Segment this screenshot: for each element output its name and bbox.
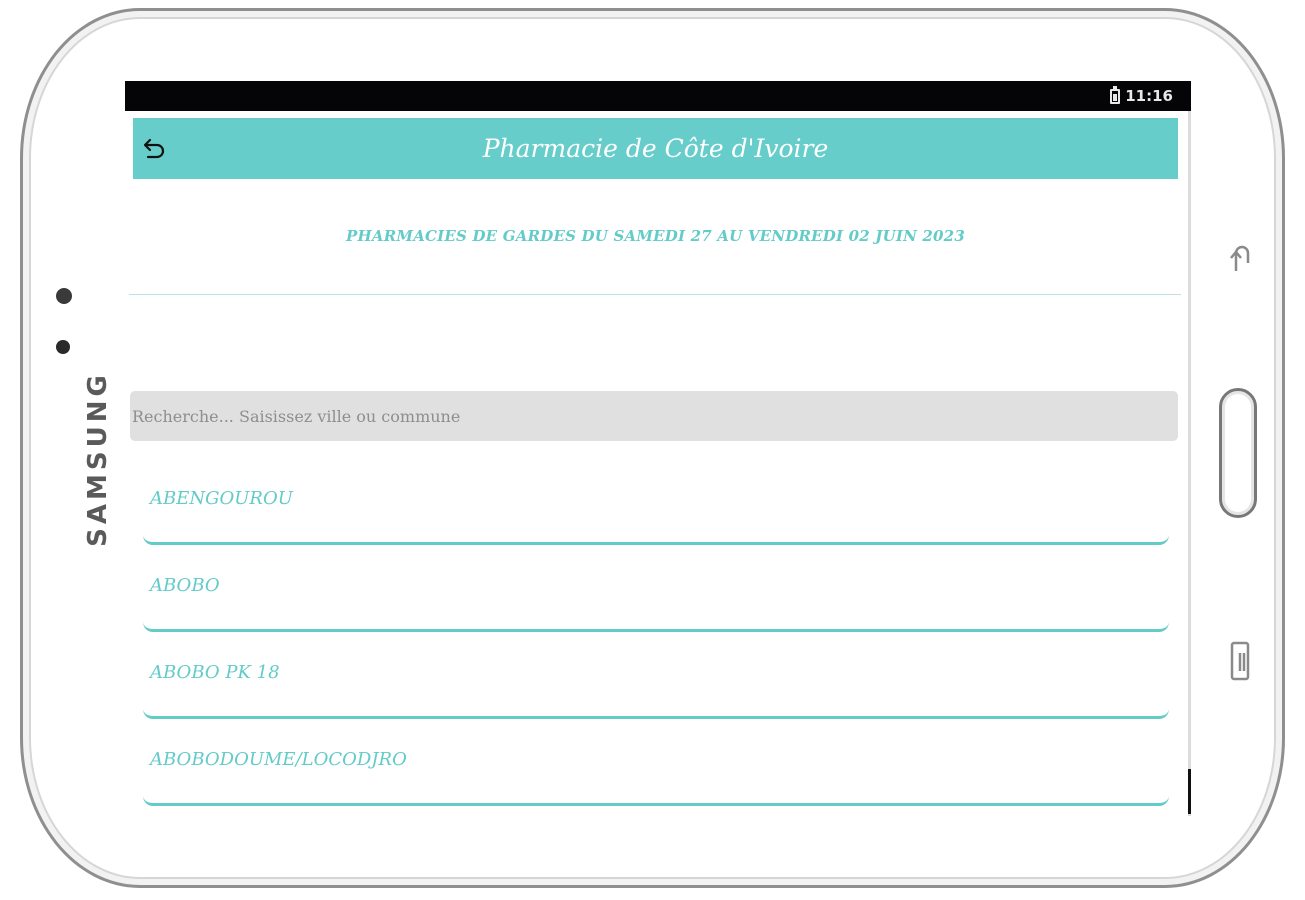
duty-period-title: PHARMACIES DE GARDES DU SAMEDI 27 AU VEN… (346, 227, 965, 245)
list-item-abobodoume-locodjro[interactable]: ABOBODOUME/LOCODJRO (143, 719, 1169, 806)
status-indicators: 11:16 (1110, 85, 1173, 106)
scrollbar-track (1188, 111, 1191, 816)
battery-icon (1110, 85, 1121, 104)
device-screen: 11:16 Pharmacie de Côte d'Ivoire PHARMAC… (125, 81, 1191, 816)
hardware-menu-icon[interactable] (1230, 641, 1250, 681)
scrollbar-thumb[interactable] (1188, 769, 1191, 814)
app-title: Pharmacie de Côte d'Ivoire (482, 134, 829, 163)
hardware-back-icon[interactable] (1228, 239, 1254, 275)
list-item-abengourou[interactable]: ABENGOUROU (143, 458, 1169, 545)
list-item-abobo-pk18[interactable]: ABOBO PK 18 (143, 632, 1169, 719)
list-item-abobo[interactable]: ABOBO (143, 545, 1169, 632)
light-sensor (56, 340, 70, 354)
device-brand-logo: SAMSUNG (83, 371, 113, 547)
app-toolbar: Pharmacie de Côte d'Ivoire (133, 118, 1178, 179)
front-camera (56, 288, 72, 304)
list-item-label: ABOBODOUME/LOCODJRO (150, 749, 407, 770)
search-input[interactable] (130, 391, 1178, 441)
list-item-label: ABOBO (150, 575, 220, 596)
hardware-home-button[interactable] (1219, 388, 1257, 518)
header-divider (129, 294, 1181, 295)
city-list: ABENGOUROU ABOBO ABOBO PK 18 ABOBODOUME/… (143, 458, 1169, 806)
status-bar: 11:16 (125, 81, 1191, 111)
status-time: 11:16 (1125, 87, 1173, 105)
list-item-label: ABENGOUROU (150, 488, 293, 509)
list-item-label: ABOBO PK 18 (150, 662, 280, 683)
